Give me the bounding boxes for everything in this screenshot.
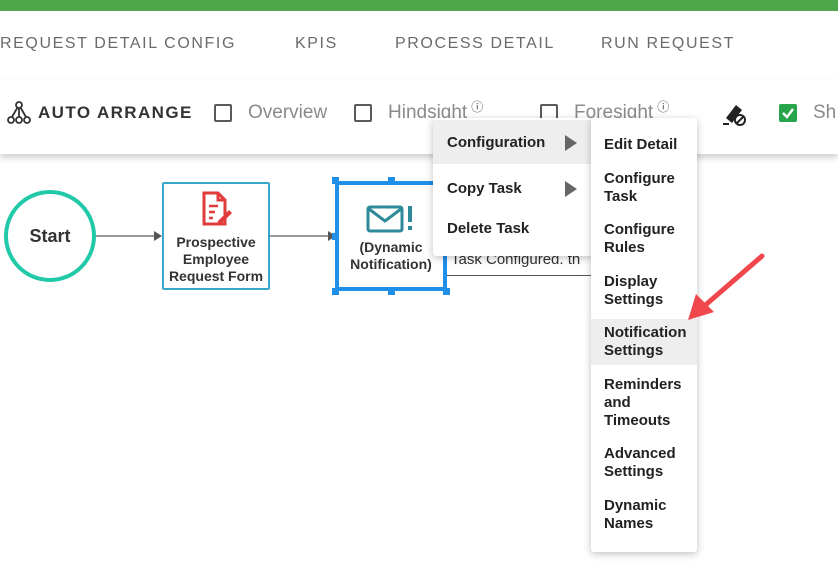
eraser-icon <box>723 105 746 126</box>
hindsight-checkbox[interactable] <box>354 104 372 122</box>
resize-handle[interactable] <box>388 288 395 295</box>
mail-alert-icon <box>366 205 412 233</box>
info-icon[interactable]: ⓘ <box>471 98 483 115</box>
auto-arrange-button[interactable]: AUTO ARRANGE <box>6 100 193 126</box>
submenu-item-reminders-and-timeouts[interactable]: Reminders and Timeouts <box>591 376 691 430</box>
task-label: (Dynamic Notification) <box>350 239 432 272</box>
caret-right-icon <box>565 181 577 197</box>
overview-label: Overview <box>248 102 328 123</box>
resize-handle[interactable] <box>332 288 339 295</box>
start-label: Start <box>29 225 71 246</box>
tab-bar: REQUEST DETAIL CONFIG KPIS PROCESS DETAI… <box>0 24 838 64</box>
resize-handle[interactable] <box>443 288 450 295</box>
checkmark-icon <box>782 108 794 119</box>
submenu-item-notification-settings[interactable]: Notification Settings <box>591 319 697 365</box>
configuration-submenu: Edit Detail Configure Task Configure Rul… <box>591 118 697 552</box>
submenu-item-configure-task[interactable]: Configure Task <box>591 170 681 206</box>
show-label: Sh <box>813 102 837 123</box>
menu-item-configuration[interactable]: Configuration <box>433 120 593 164</box>
menu-item-delete-task[interactable]: Delete Task <box>433 206 593 250</box>
hierarchy-icon <box>7 101 31 124</box>
submenu-item-edit-detail[interactable]: Edit Detail <box>591 136 697 154</box>
tab-process-detail[interactable]: PROCESS DETAIL <box>395 35 555 53</box>
menu-item-copy-task[interactable]: Copy Task <box>433 166 593 210</box>
top-accent-bar <box>0 0 838 11</box>
auto-arrange-label: AUTO ARRANGE <box>38 103 193 122</box>
edge-task-to-notification <box>270 231 336 241</box>
workflow-canvas[interactable]: Start Prospective Employee Request Form … <box>0 155 838 573</box>
overview-toggle[interactable]: Overview <box>214 102 327 124</box>
submenu-item-display-settings[interactable]: Display Settings <box>591 273 681 309</box>
task-label: Prospective Employee Request Form <box>168 234 264 284</box>
designer-toolbar: AUTO ARRANGE Overview Hindsight ⓘ Foresi… <box>0 80 838 154</box>
info-icon[interactable]: ⓘ <box>657 98 669 115</box>
show-checkbox[interactable] <box>779 104 797 122</box>
task-context-menu: Configuration Copy Task Delete Task <box>433 118 593 256</box>
resize-handle[interactable] <box>332 233 339 240</box>
resize-handle[interactable] <box>388 177 395 184</box>
clear-highlight-button[interactable] <box>720 100 748 128</box>
tab-request-detail-config[interactable]: REQUEST DETAIL CONFIG <box>0 35 236 53</box>
tab-kpis[interactable]: KPIS <box>295 35 338 53</box>
edge-start-to-task <box>92 231 162 241</box>
show-toggle[interactable]: Sh <box>779 102 836 124</box>
submenu-item-configure-rules[interactable]: Configure Rules <box>591 221 681 257</box>
resize-handle[interactable] <box>332 177 339 184</box>
task-node-prospective-employee[interactable]: Prospective Employee Request Form <box>162 182 270 290</box>
submenu-item-advanced-settings[interactable]: Advanced Settings <box>591 445 691 481</box>
form-edit-icon <box>202 191 232 226</box>
task-node-dynamic-notification[interactable]: (Dynamic Notification) <box>335 181 447 291</box>
tab-run-request[interactable]: RUN REQUEST <box>601 35 735 53</box>
pointer-arrow-icon <box>688 253 765 320</box>
start-node[interactable]: Start <box>4 190 96 282</box>
caret-right-icon <box>565 135 577 151</box>
submenu-item-dynamic-names[interactable]: Dynamic Names <box>591 497 681 533</box>
overview-checkbox[interactable] <box>214 104 232 122</box>
